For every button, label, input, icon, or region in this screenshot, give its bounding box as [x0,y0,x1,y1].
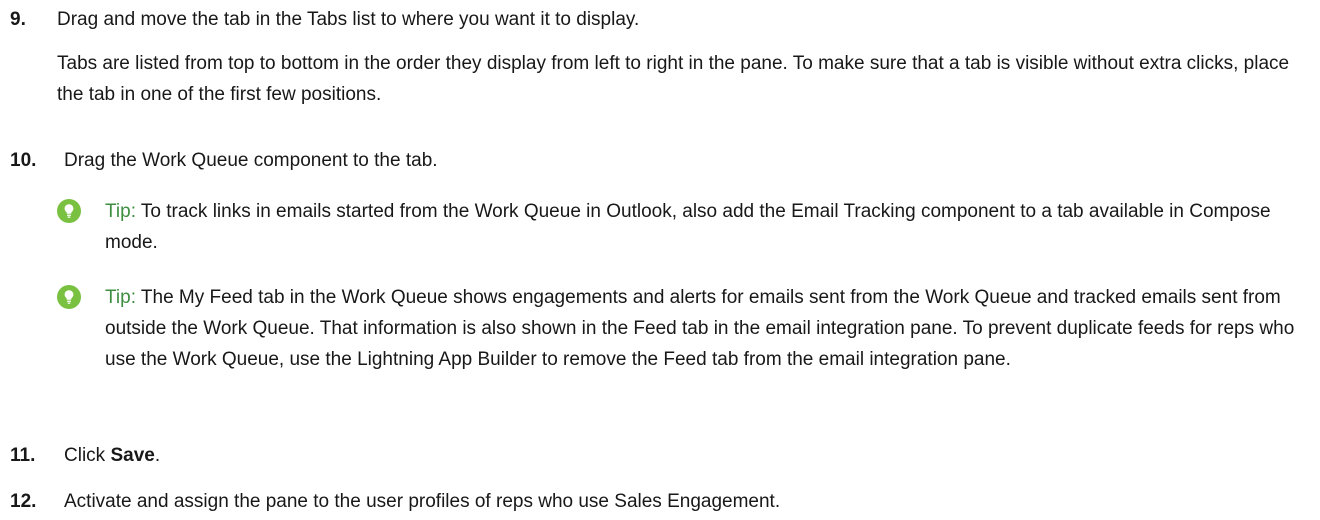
save-ui-label: Save [110,445,155,466]
tip-body: Tip: To track links in emails started fr… [105,196,1317,258]
tip-label: Tip: [105,201,136,222]
step-text: Drag the Work Queue component to the tab… [64,150,438,171]
tip-label: Tip: [105,287,136,308]
step-text: Click Save. [64,440,1310,471]
step-9-paragraph: Tabs are listed from top to bottom in th… [57,53,1290,105]
step-number: 9. [10,9,26,30]
tip-text: To track links in emails started from th… [105,201,1271,253]
step-number: 10. [10,150,37,171]
lightbulb-icon [57,199,81,223]
step-number: 12. [10,491,37,512]
tip-body: Tip: The My Feed tab in the Work Queue s… [105,282,1317,375]
step-text-before: Click [64,445,111,466]
tip-text: The My Feed tab in the Work Queue shows … [105,287,1295,370]
lightbulb-icon [57,285,81,309]
step-number: 11. [10,445,36,466]
step-text: Drag and move the tab in the Tabs list t… [57,9,640,30]
step-text-after: . [154,445,161,466]
step-text: Activate and assign the pane to the user… [64,491,781,512]
